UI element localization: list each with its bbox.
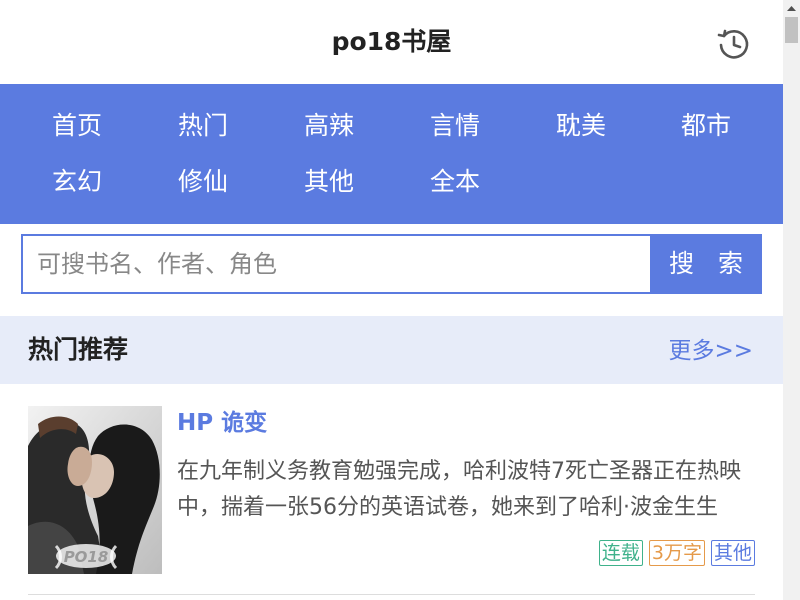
nav-item-hot[interactable]: 热门 bbox=[148, 106, 258, 146]
search-bar: 搜 索 bbox=[21, 234, 762, 294]
hot-recommend-header: 热门推荐 更多>> bbox=[0, 316, 783, 384]
nav-item-xiuxian[interactable]: 修仙 bbox=[148, 162, 258, 202]
nav-item-other[interactable]: 其他 bbox=[274, 162, 384, 202]
header: po18书屋 bbox=[0, 0, 783, 84]
history-clock-icon[interactable] bbox=[716, 26, 752, 62]
scrollbar-thumb[interactable] bbox=[785, 17, 798, 43]
status-tag: 连载 bbox=[598, 540, 643, 566]
word-count-tag: 3万字 bbox=[648, 540, 705, 566]
section-title: 热门推荐 bbox=[28, 335, 129, 364]
category-tag: 其他 bbox=[710, 540, 755, 566]
site-title: po18书屋 bbox=[331, 27, 452, 56]
nav-item-gaola[interactable]: 高辣 bbox=[274, 106, 384, 146]
more-link[interactable]: 更多>> bbox=[668, 334, 753, 368]
vertical-scrollbar[interactable] bbox=[783, 0, 800, 600]
nav-item-fantasy[interactable]: 玄幻 bbox=[22, 162, 132, 202]
nav-item-urban[interactable]: 都市 bbox=[651, 106, 761, 146]
search-button[interactable]: 搜 索 bbox=[650, 234, 762, 294]
scroll-up-arrow-icon[interactable] bbox=[783, 0, 800, 17]
book-description: 在九年制义务教育勉强完成，哈利波特7死亡圣器正在热映中，揣着一张56分的英语试卷… bbox=[177, 459, 741, 520]
nav-item-danmei[interactable]: 耽美 bbox=[526, 106, 636, 146]
search-input[interactable] bbox=[21, 234, 666, 294]
category-nav: 首页 热门 高辣 言情 耽美 都市 玄幻 修仙 其他 全本 bbox=[0, 84, 783, 224]
nav-item-home[interactable]: 首页 bbox=[22, 106, 132, 146]
book-tags: 连载 3万字 其他 bbox=[598, 540, 755, 566]
cover-watermark: PO18 bbox=[64, 548, 109, 566]
nav-item-romance[interactable]: 言情 bbox=[400, 106, 510, 146]
book-list-item[interactable]: PO18 HP 诡变 在九年制义务教育勉强完成，哈利波特7死亡圣器正在热映中，揣… bbox=[0, 384, 783, 600]
book-cover[interactable]: PO18 bbox=[28, 406, 162, 574]
page: po18书屋 首页 热门 高辣 言情 耽美 都市 玄幻 修仙 其他 全本 搜 索… bbox=[0, 0, 783, 600]
divider bbox=[28, 594, 755, 595]
book-title[interactable]: HP 诡变 bbox=[177, 406, 267, 440]
nav-item-complete[interactable]: 全本 bbox=[400, 162, 510, 202]
